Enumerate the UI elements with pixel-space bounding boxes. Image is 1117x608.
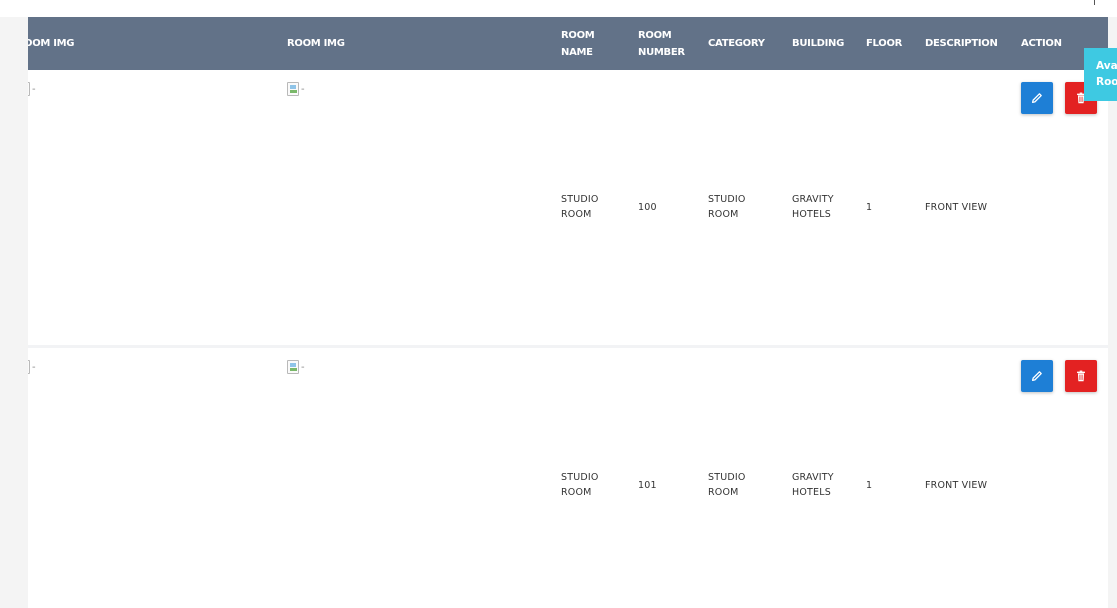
table-header: OOM IMG ROOM IMG ROOM NAME ROOM NUMBER C… [28,17,1108,70]
header-action: ACTION [1021,38,1062,49]
room-image-2: - [287,360,305,374]
top-bar-marker [1094,0,1095,5]
header-room-img-2: ROOM IMG [287,38,345,49]
broken-image-icon [287,82,299,96]
image-alt-text: - [301,83,305,95]
pencil-icon [1031,371,1042,382]
cell-room-name: STUDIO ROOM [561,194,599,220]
cell-room-number: 101 [638,480,657,491]
edit-button[interactable] [1021,82,1053,114]
trash-icon [1077,370,1085,382]
table-row: - - STUDIO ROOM 100 STUDIO ROOM GRAVITY … [28,70,1108,345]
image-alt-text: - [32,83,36,95]
broken-image-icon [287,360,299,374]
cell-description: FRONT VIEW [925,480,988,491]
delete-button[interactable] [1065,360,1097,392]
page: OOM IMG ROOM IMG ROOM NAME ROOM NUMBER C… [0,0,1117,608]
cell-floor: 1 [866,480,873,491]
cell-room-name: STUDIO ROOM [561,472,599,498]
badge-line-2: Roo [1096,76,1117,88]
header-room-name: ROOM NAME [561,29,595,58]
cell-floor: 1 [866,202,873,213]
badge-line-1: Ava [1096,60,1117,72]
table-row: - - STUDIO ROOM 101 STUDIO ROOM GRAVITY … [28,348,1108,608]
cell-category: STUDIO ROOM [708,472,746,498]
header-room-number: ROOM NUMBER [638,29,685,58]
cell-building: GRAVITY HOTELS [792,194,834,220]
edit-button[interactable] [1021,360,1053,392]
cell-building: GRAVITY HOTELS [792,472,834,498]
image-alt-text: - [301,361,305,373]
broken-image-icon [28,360,30,374]
broken-image-icon [28,82,30,96]
cell-category: STUDIO ROOM [708,194,746,220]
header-floor: FLOOR [866,38,903,49]
rooms-table: OOM IMG ROOM IMG ROOM NAME ROOM NUMBER C… [28,17,1108,608]
available-rooms-badge[interactable]: Ava Roo [1084,48,1117,101]
header-description: DESCRIPTION [925,38,998,49]
header-room-img-1: OOM IMG [28,38,75,49]
top-bar [0,0,1117,17]
cell-room-number: 100 [638,202,657,213]
cell-description: FRONT VIEW [925,202,988,213]
image-alt-text: - [32,361,36,373]
header-building: BUILDING [792,38,845,49]
pencil-icon [1031,93,1042,104]
header-category: CATEGORY [708,38,765,49]
room-image-1: - [28,360,36,374]
room-image-2: - [287,82,305,96]
room-image-1: - [28,82,36,96]
